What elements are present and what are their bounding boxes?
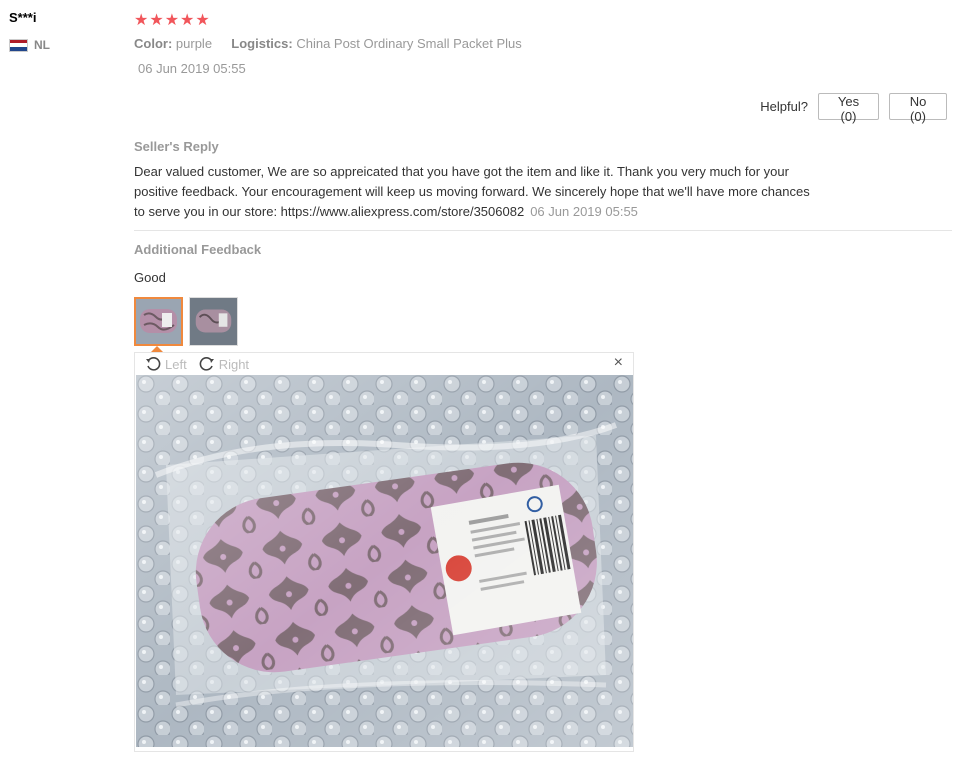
rotate-left-button[interactable]: Left	[145, 356, 187, 372]
order-attributes: Color: purple Logistics: China Post Ordi…	[134, 36, 522, 51]
helpful-yes-button[interactable]: Yes (0)	[818, 93, 879, 124]
feedback-photo-thumbnail-2[interactable]	[189, 297, 238, 346]
feedback-photo	[136, 375, 633, 747]
helpful-voting: Helpful? Yes (0) No (0)	[760, 93, 947, 124]
rotate-left-icon	[146, 357, 161, 371]
close-icon[interactable]: ×	[614, 354, 623, 372]
country-code: NL	[34, 38, 50, 52]
photo-thumbnail-image	[190, 298, 237, 345]
helpful-no-button[interactable]: No (0)	[889, 93, 947, 124]
netherlands-flag-icon	[9, 38, 28, 52]
helpful-label: Helpful?	[760, 99, 808, 114]
seller-reply-date: 06 Jun 2019 05:55	[530, 204, 638, 219]
color-label: Color:	[134, 36, 173, 51]
divider	[134, 230, 952, 231]
feedback-photo-thumbnail-1[interactable]	[134, 297, 183, 346]
rotate-right-button[interactable]: Right	[199, 356, 249, 372]
rotate-right-icon	[199, 357, 214, 371]
color-value: purple	[175, 36, 213, 51]
star-rating: ★★★★★	[134, 12, 211, 29]
rotate-right-label: Right	[218, 356, 250, 372]
seller-reply-title: Seller's Reply	[134, 139, 219, 154]
rotate-left-label: Left	[165, 356, 187, 372]
seller-reply: Dear valued customer, We are so appreica…	[134, 162, 814, 222]
review-date: 06 Jun 2019 05:55	[138, 61, 246, 76]
logistics-value: China Post Ordinary Small Packet Plus	[296, 36, 522, 51]
photo-viewer-toolbar: Left Right ×	[135, 353, 633, 375]
additional-feedback-title: Additional Feedback	[134, 242, 262, 257]
reviewer-country: NL	[9, 38, 50, 52]
photo-thumbnail-image	[136, 299, 181, 344]
seller-reply-text: Dear valued customer, We are so appreica…	[134, 164, 810, 219]
photo-viewer: Left Right ×	[134, 352, 634, 752]
reviewer-name: S***i	[9, 10, 37, 25]
logistics-label: Logistics:	[231, 36, 293, 51]
additional-feedback-text: Good	[134, 270, 166, 285]
